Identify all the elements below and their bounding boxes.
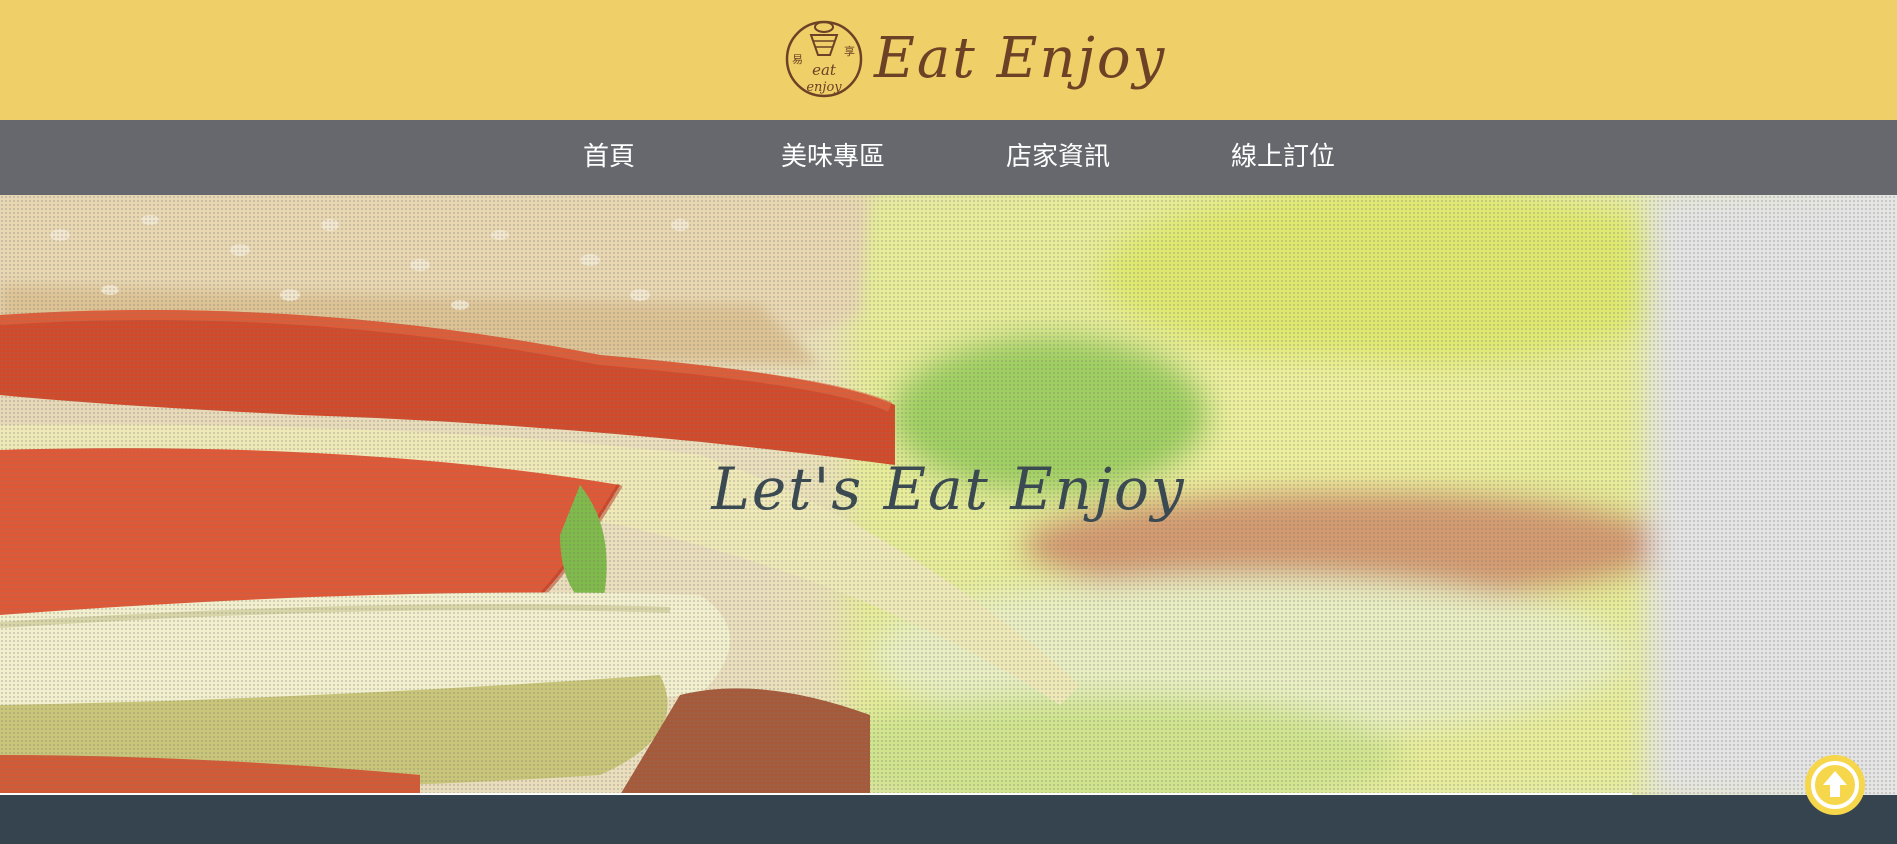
nav-item-store-info[interactable]: 店家資訊 bbox=[1006, 120, 1110, 195]
hero-title: Let's Eat Enjoy bbox=[711, 455, 1186, 523]
footer-bar bbox=[0, 795, 1897, 844]
svg-text:享: 享 bbox=[844, 44, 855, 58]
hero-banner: Let's Eat Enjoy bbox=[0, 195, 1897, 795]
svg-text:enjoy: enjoy bbox=[806, 80, 842, 95]
brand-link[interactable]: 易 享 eat enjoy Eat Enjoy bbox=[784, 14, 1166, 104]
svg-text:eat: eat bbox=[812, 61, 837, 79]
logo-mark-icon: 易 享 eat enjoy bbox=[785, 20, 863, 98]
site-header: 易 享 eat enjoy Eat Enjoy bbox=[0, 0, 1897, 120]
nav-item-menu[interactable]: 美味專區 bbox=[781, 120, 885, 195]
arrow-up-icon bbox=[1811, 761, 1859, 809]
nav-item-home[interactable]: 首頁 bbox=[583, 120, 635, 195]
svg-text:易: 易 bbox=[792, 53, 803, 66]
page: 易 享 eat enjoy Eat Enjoy 首頁 美味專區 店家資訊 線上訂… bbox=[0, 0, 1897, 844]
nav-item-reservation[interactable]: 線上訂位 bbox=[1231, 120, 1335, 195]
back-to-top-button[interactable] bbox=[1805, 755, 1865, 815]
site-title: Eat Enjoy bbox=[874, 26, 1167, 91]
main-nav: 首頁 美味專區 店家資訊 線上訂位 bbox=[0, 120, 1897, 195]
